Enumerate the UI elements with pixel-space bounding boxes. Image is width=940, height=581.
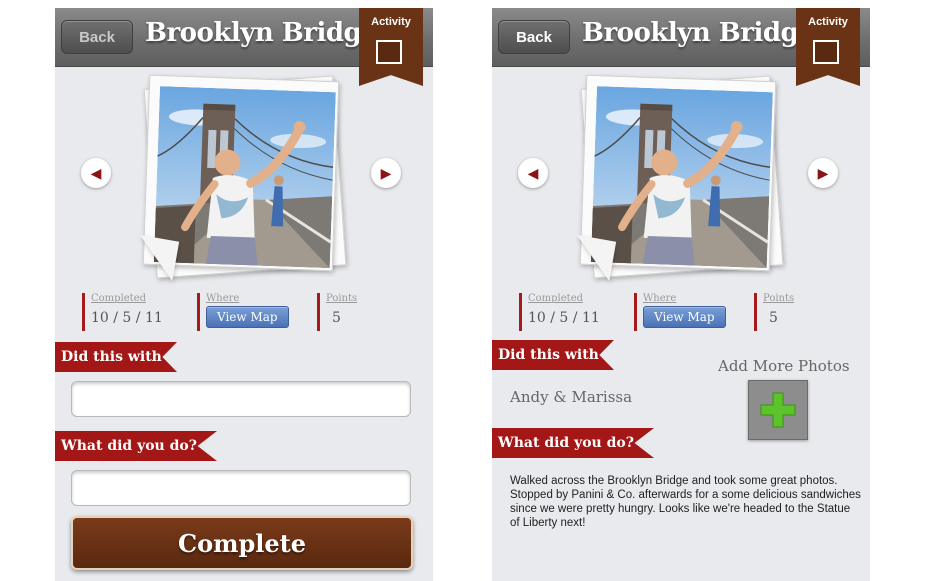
back-button[interactable]: Back — [61, 20, 133, 54]
view-map-button[interactable]: View Map — [206, 306, 289, 328]
checkbox-icon[interactable] — [813, 40, 839, 64]
chevron-right-icon: ▶ — [817, 164, 829, 181]
previous-photo-button[interactable]: ◀ — [81, 158, 111, 188]
completed-stat: Completed 10 / 5 / 11 — [519, 293, 600, 331]
where-stat: Where View Map — [634, 293, 726, 331]
back-button[interactable]: Back — [498, 20, 570, 54]
completed-label: Completed — [91, 293, 147, 304]
activity-photo — [154, 86, 336, 268]
points-value: 5 — [769, 310, 778, 326]
nav-header: Back Brooklyn Bridge Activity — [492, 8, 870, 86]
what-did-you-do-ribbon: What did you do? — [492, 428, 654, 458]
where-label: Where — [643, 293, 677, 304]
complete-button[interactable]: Complete — [71, 516, 413, 570]
chevron-right-icon: ▶ — [380, 164, 392, 181]
view-map-button[interactable]: View Map — [643, 306, 726, 328]
points-stat: Points 5 — [754, 293, 794, 331]
completed-value: 10 / 5 / 11 — [91, 310, 163, 326]
activity-photo — [591, 86, 773, 268]
page-curl — [569, 234, 617, 282]
activity-badge[interactable]: Activity — [359, 8, 423, 86]
nav-header: Back Brooklyn Bridge Activity — [55, 8, 433, 86]
completed-stat: Completed 10 / 5 / 11 — [82, 293, 163, 331]
completed-label: Completed — [528, 293, 584, 304]
plus-icon — [760, 392, 796, 428]
where-stat: Where View Map — [197, 293, 289, 331]
activity-badge-label: Activity — [808, 16, 848, 28]
did-this-with-ribbon: Did this with — [55, 342, 177, 372]
chevron-left-icon: ◀ — [527, 164, 539, 181]
activity-notes-input[interactable] — [71, 470, 411, 506]
next-photo-button[interactable]: ▶ — [808, 158, 838, 188]
points-value: 5 — [332, 310, 341, 326]
page-title: Brooklyn Bridge — [145, 18, 378, 48]
did-this-with-ribbon: Did this with — [492, 340, 614, 370]
chevron-left-icon: ◀ — [90, 164, 102, 181]
activity-screen-edit: Back Brooklyn Bridge Activity ◀ ▶ Comple… — [55, 8, 433, 581]
points-stat: Points 5 — [317, 293, 357, 331]
companions-input[interactable] — [71, 381, 411, 417]
next-photo-button[interactable]: ▶ — [371, 158, 401, 188]
what-did-you-do-ribbon: What did you do? — [55, 431, 217, 461]
activity-screen-completed: Back Brooklyn Bridge Activity ◀ ▶ Comple… — [492, 8, 870, 581]
where-label: Where — [206, 293, 240, 304]
activity-description: Walked across the Brooklyn Bridge and to… — [510, 475, 861, 529]
completed-value: 10 / 5 / 11 — [528, 310, 600, 326]
activity-badge-label: Activity — [371, 16, 411, 28]
checkbox-icon[interactable] — [376, 40, 402, 64]
companions-text: Andy & Marissa — [510, 388, 633, 406]
activity-badge[interactable]: Activity — [796, 8, 860, 86]
photo-stack[interactable] — [569, 74, 784, 282]
points-label: Points — [326, 293, 358, 304]
points-label: Points — [763, 293, 795, 304]
photo-stack[interactable] — [132, 74, 347, 282]
page-title: Brooklyn Bridge — [582, 18, 815, 48]
page-curl — [132, 234, 180, 282]
previous-photo-button[interactable]: ◀ — [518, 158, 548, 188]
add-photo-button[interactable] — [748, 380, 808, 440]
add-photos-label: Add More Photos — [718, 357, 850, 375]
